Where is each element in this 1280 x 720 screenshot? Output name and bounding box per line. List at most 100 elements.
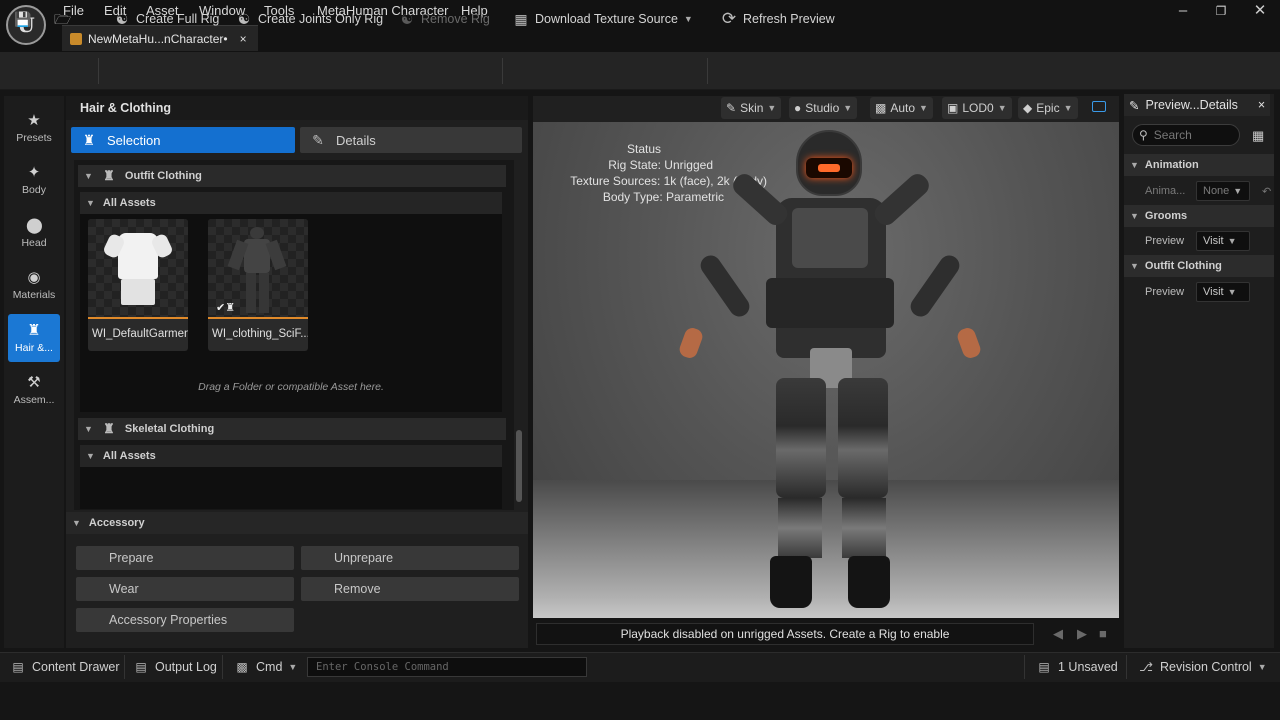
play-reverse-icon[interactable]: ◀ bbox=[1053, 626, 1063, 642]
grooms-preview-row: Preview Visit ▼ bbox=[1124, 228, 1274, 254]
outfit-clothing-header[interactable]: ▼ ♜ Outfit Clothing bbox=[78, 165, 506, 187]
asset-tile-scifi-clothing[interactable]: ✔♜ WI_clothing_SciF... bbox=[208, 219, 308, 351]
asset-tile-default-garment[interactable]: WI_DefaultGarment bbox=[88, 219, 188, 351]
chevron-down-icon: ▼ bbox=[1063, 103, 1073, 113]
refresh-preview-label: Refresh Preview bbox=[743, 12, 835, 26]
nav-head[interactable]: ⬤ Head bbox=[8, 209, 60, 257]
animation-row: Anima... None ▼ ↶ bbox=[1124, 178, 1274, 204]
accessory-header[interactable]: ▼ Accessory bbox=[66, 512, 528, 534]
animation-row-label: Anima... bbox=[1145, 185, 1186, 197]
create-joints-rig-label: Create Joints Only Rig bbox=[258, 12, 384, 26]
selection-mode-button[interactable]: ♜ Selection bbox=[71, 127, 295, 153]
checker-texture-icon: ▦ bbox=[514, 11, 528, 27]
asset-tile-label: WI_DefaultGarment bbox=[92, 328, 188, 340]
grooms-preview-dropdown[interactable]: Visit ▼ bbox=[1196, 231, 1250, 251]
prepare-button[interactable]: Prepare bbox=[76, 546, 294, 570]
remove-rig-button[interactable]: ☯ Remove Rig bbox=[399, 0, 490, 38]
save-button[interactable]: 💾 bbox=[14, 0, 32, 38]
status-divider bbox=[222, 655, 223, 679]
metahuman-asset-icon bbox=[70, 32, 82, 45]
details-search-input[interactable]: ⚲ Search bbox=[1132, 124, 1240, 146]
animation-section-header[interactable]: ▼ Animation bbox=[1124, 154, 1274, 176]
left-forearm bbox=[696, 251, 754, 321]
save-icon: 💾 bbox=[14, 11, 32, 27]
skin-dropdown[interactable]: ✎ Skin ▼ bbox=[721, 97, 782, 119]
chevron-down-icon: ▼ bbox=[1227, 287, 1237, 297]
accessory-properties-button[interactable]: Accessory Properties bbox=[76, 608, 294, 632]
outfit-all-assets-header[interactable]: ▼ All Assets bbox=[80, 192, 502, 214]
right-hand bbox=[955, 325, 983, 361]
camera-auto-dropdown[interactable]: ▩ Auto ▼ bbox=[870, 97, 933, 119]
unprepare-button[interactable]: Unprepare bbox=[301, 546, 519, 570]
save-icon: ▤ bbox=[1038, 660, 1050, 674]
nav-hair-clothing-label: Hair &... bbox=[15, 341, 53, 354]
outfit-preview-dropdown[interactable]: Visit ▼ bbox=[1196, 282, 1250, 302]
minimize-icon[interactable]: – bbox=[1173, 2, 1193, 20]
stop-icon[interactable]: ■ bbox=[1099, 626, 1107, 641]
content-drawer-button[interactable]: ▤ Content Drawer bbox=[10, 652, 119, 682]
console-command-input[interactable]: Enter Console Command bbox=[307, 657, 587, 677]
head-icon: ⬤ bbox=[26, 216, 43, 234]
drop-hint: Drag a Folder or compatible Asset here. bbox=[198, 381, 384, 393]
grooms-section-header[interactable]: ▼ Grooms bbox=[1124, 205, 1274, 227]
skeletal-clothing-header[interactable]: ▼ ♜ Skeletal Clothing bbox=[78, 418, 506, 440]
outfit-preview-row: Preview Visit ▼ bbox=[1124, 279, 1274, 305]
status-divider bbox=[124, 655, 125, 679]
keyboard-icon[interactable] bbox=[1092, 101, 1106, 112]
studio-label: Studio bbox=[805, 101, 840, 115]
nav-presets[interactable]: ★ Presets bbox=[8, 104, 60, 152]
panel-title: Hair & Clothing bbox=[66, 96, 528, 120]
grooms-preview-label: Preview bbox=[1145, 235, 1185, 247]
output-log-button[interactable]: ▤ Output Log bbox=[133, 652, 217, 682]
restore-icon[interactable]: ❐ bbox=[1211, 2, 1231, 20]
quality-dropdown[interactable]: ◆ Epic ▼ bbox=[1018, 97, 1078, 119]
left-boot bbox=[770, 556, 812, 608]
revision-control-button[interactable]: ⎇ Revision Control ▼ bbox=[1138, 652, 1267, 682]
outfit-clothing-section-header[interactable]: ▼ Outfit Clothing bbox=[1124, 255, 1274, 277]
refresh-preview-button[interactable]: ⟳ Refresh Preview bbox=[721, 0, 835, 38]
nav-body[interactable]: ✦ Body bbox=[8, 156, 60, 204]
panel-scrollbar[interactable] bbox=[516, 430, 522, 502]
collapse-caret-icon: ▼ bbox=[84, 424, 93, 434]
create-joints-rig-button[interactable]: ☯ Create Joints Only Rig bbox=[236, 0, 383, 38]
grooms-dropdown-value: Visit bbox=[1203, 235, 1224, 247]
nav-materials-label: Materials bbox=[12, 288, 56, 301]
collapse-caret-icon: ▼ bbox=[86, 198, 95, 208]
right-forearm bbox=[906, 251, 964, 321]
cmd-dropdown[interactable]: ▩ Cmd ▼ bbox=[234, 652, 297, 682]
studio-lighting-dropdown[interactable]: ● Studio ▼ bbox=[789, 97, 858, 119]
remove-button[interactable]: Remove bbox=[301, 577, 519, 601]
unsaved-button[interactable]: ▤ 1 Unsaved bbox=[1036, 652, 1118, 682]
unsaved-label: 1 Unsaved bbox=[1058, 660, 1118, 674]
nav-materials[interactable]: ◉ Materials bbox=[8, 261, 60, 309]
nav-presets-label: Presets bbox=[16, 131, 52, 144]
skin-icon: ✎ bbox=[726, 101, 737, 115]
browse-asset-button[interactable]: 🗁 bbox=[54, 0, 71, 38]
download-texture-source-dropdown[interactable]: ▦ Download Texture Source ▼ bbox=[513, 0, 692, 38]
create-full-rig-button[interactable]: ☯ Create Full Rig bbox=[114, 0, 220, 38]
animation-dropdown[interactable]: None ▼ bbox=[1196, 181, 1250, 201]
wear-button[interactable]: Wear bbox=[76, 577, 294, 601]
chevron-down-icon: ▼ bbox=[1233, 186, 1243, 196]
reset-icon[interactable]: ↶ bbox=[1262, 185, 1271, 198]
lod-dropdown[interactable]: ▣ LOD0 ▼ bbox=[942, 97, 1012, 119]
light-bulb-icon: ● bbox=[794, 101, 802, 115]
nav-hair-clothing[interactable]: ♜ Hair &... bbox=[8, 314, 60, 362]
skeletal-all-assets-header[interactable]: ▼ All Assets bbox=[80, 445, 502, 467]
skin-label: Skin bbox=[740, 101, 764, 115]
nav-assembly[interactable]: ⚒ Assem... bbox=[8, 366, 60, 414]
nav-body-label: Body bbox=[22, 183, 46, 196]
preview-details-tab[interactable]: ✎ Preview...Details × bbox=[1124, 94, 1270, 116]
close-window-icon[interactable]: ✕ bbox=[1250, 2, 1270, 20]
chevron-down-icon: ▼ bbox=[1227, 236, 1237, 246]
play-icon[interactable]: ▶ bbox=[1077, 626, 1087, 642]
close-panel-icon[interactable]: × bbox=[1258, 98, 1265, 112]
gem-icon: ◆ bbox=[1023, 101, 1033, 115]
outfit-all-assets-label: All Assets bbox=[102, 197, 156, 209]
grid-view-icon[interactable]: ▦ bbox=[1252, 128, 1264, 144]
chevron-down-icon: ▼ bbox=[288, 662, 298, 672]
left-hand bbox=[677, 325, 705, 361]
joints-rig-icon: ☯ bbox=[237, 11, 251, 27]
nav-assembly-label: Assem... bbox=[13, 393, 55, 406]
garment-thumbnail bbox=[88, 219, 188, 319]
